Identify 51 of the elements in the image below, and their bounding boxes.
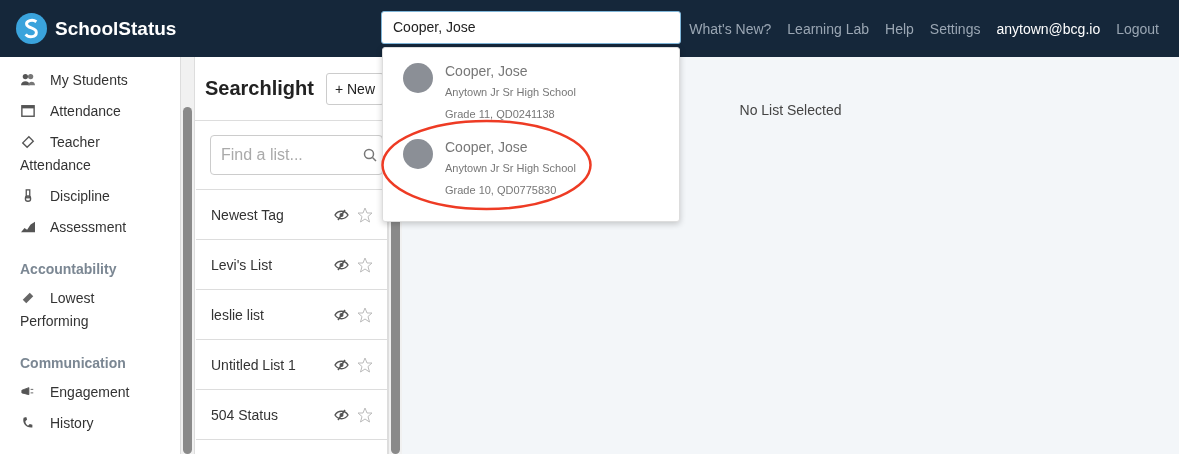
list-name: 504 Status bbox=[211, 406, 279, 423]
eye-slash-icon bbox=[334, 208, 349, 221]
sidebar-item[interactable]: Attendance bbox=[20, 96, 160, 127]
avatar-placeholder bbox=[403, 139, 433, 169]
sidebar-item[interactable]: Discipline bbox=[20, 181, 160, 212]
find-list-field[interactable]: Find a list... bbox=[210, 135, 383, 175]
sidebar-item[interactable]: Lowest Performing bbox=[20, 283, 160, 337]
people-icon bbox=[20, 73, 36, 87]
sidebar-item[interactable]: Assessment bbox=[20, 212, 160, 243]
logo-icon bbox=[16, 13, 47, 44]
nav-link[interactable]: Help bbox=[885, 20, 914, 37]
grade-id: Grade 10, QD0775830 bbox=[445, 183, 558, 198]
search-result[interactable]: Cooper, Jose Anytown Jr Sr High School Grade 11, QD0241138 bbox=[383, 61, 679, 137]
empty-message: No List Selected bbox=[739, 102, 842, 120]
panel-title: Searchlight bbox=[205, 77, 314, 100]
calendar-icon bbox=[20, 104, 36, 118]
list-row[interactable]: leslie list bbox=[196, 290, 387, 340]
new-button[interactable]: + New bbox=[325, 72, 384, 105]
nav-link[interactable]: Settings bbox=[929, 20, 981, 37]
nav-link[interactable]: Learning Lab bbox=[787, 20, 870, 37]
account-link[interactable]: anytown@bcg.io bbox=[996, 20, 1101, 37]
nav-link[interactable]: What's New? bbox=[689, 20, 772, 37]
sidebar-item[interactable]: Engagement bbox=[20, 377, 160, 408]
section-heading: Communication bbox=[20, 355, 127, 371]
avatar-placeholder bbox=[403, 63, 433, 93]
section-heading: Accountability bbox=[20, 261, 118, 277]
scrollbar-thumb[interactable] bbox=[183, 107, 192, 454]
list-row[interactable]: Levi's List bbox=[196, 240, 387, 290]
eye-slash-icon bbox=[334, 408, 349, 421]
chart-icon bbox=[20, 220, 36, 234]
nav-link[interactable]: Logout bbox=[1116, 20, 1159, 37]
school-name: Anytown Jr Sr High School bbox=[445, 85, 576, 100]
list-name: Newest Tag bbox=[211, 206, 285, 223]
eye-slash-icon bbox=[334, 308, 349, 321]
list-row[interactable]: Untitled List 1 bbox=[196, 340, 387, 390]
list-name: Untitled List 1 bbox=[211, 356, 297, 373]
eye-slash-icon bbox=[334, 358, 349, 371]
search-field[interactable]: Cooper, Jose bbox=[381, 10, 681, 44]
student-name: Cooper, Jose bbox=[445, 138, 529, 157]
eye-slash-icon bbox=[334, 258, 349, 271]
sidebar-item[interactable]: History bbox=[20, 408, 160, 439]
list-name: leslie list bbox=[211, 306, 265, 323]
student-name: Cooper, Jose bbox=[445, 62, 529, 81]
list-row[interactable]: 504 Status bbox=[196, 390, 387, 440]
list-name: Levi's List bbox=[211, 256, 274, 273]
sidebar-item[interactable]: My Students bbox=[20, 65, 160, 96]
sidebar-item[interactable]: Teacher Attendance bbox=[20, 127, 160, 181]
search-icon bbox=[363, 148, 377, 162]
brand-name: SchoolStatus bbox=[55, 17, 177, 40]
grade-id: Grade 11, QD0241138 bbox=[445, 107, 556, 122]
school-name: Anytown Jr Sr High School bbox=[445, 161, 576, 176]
